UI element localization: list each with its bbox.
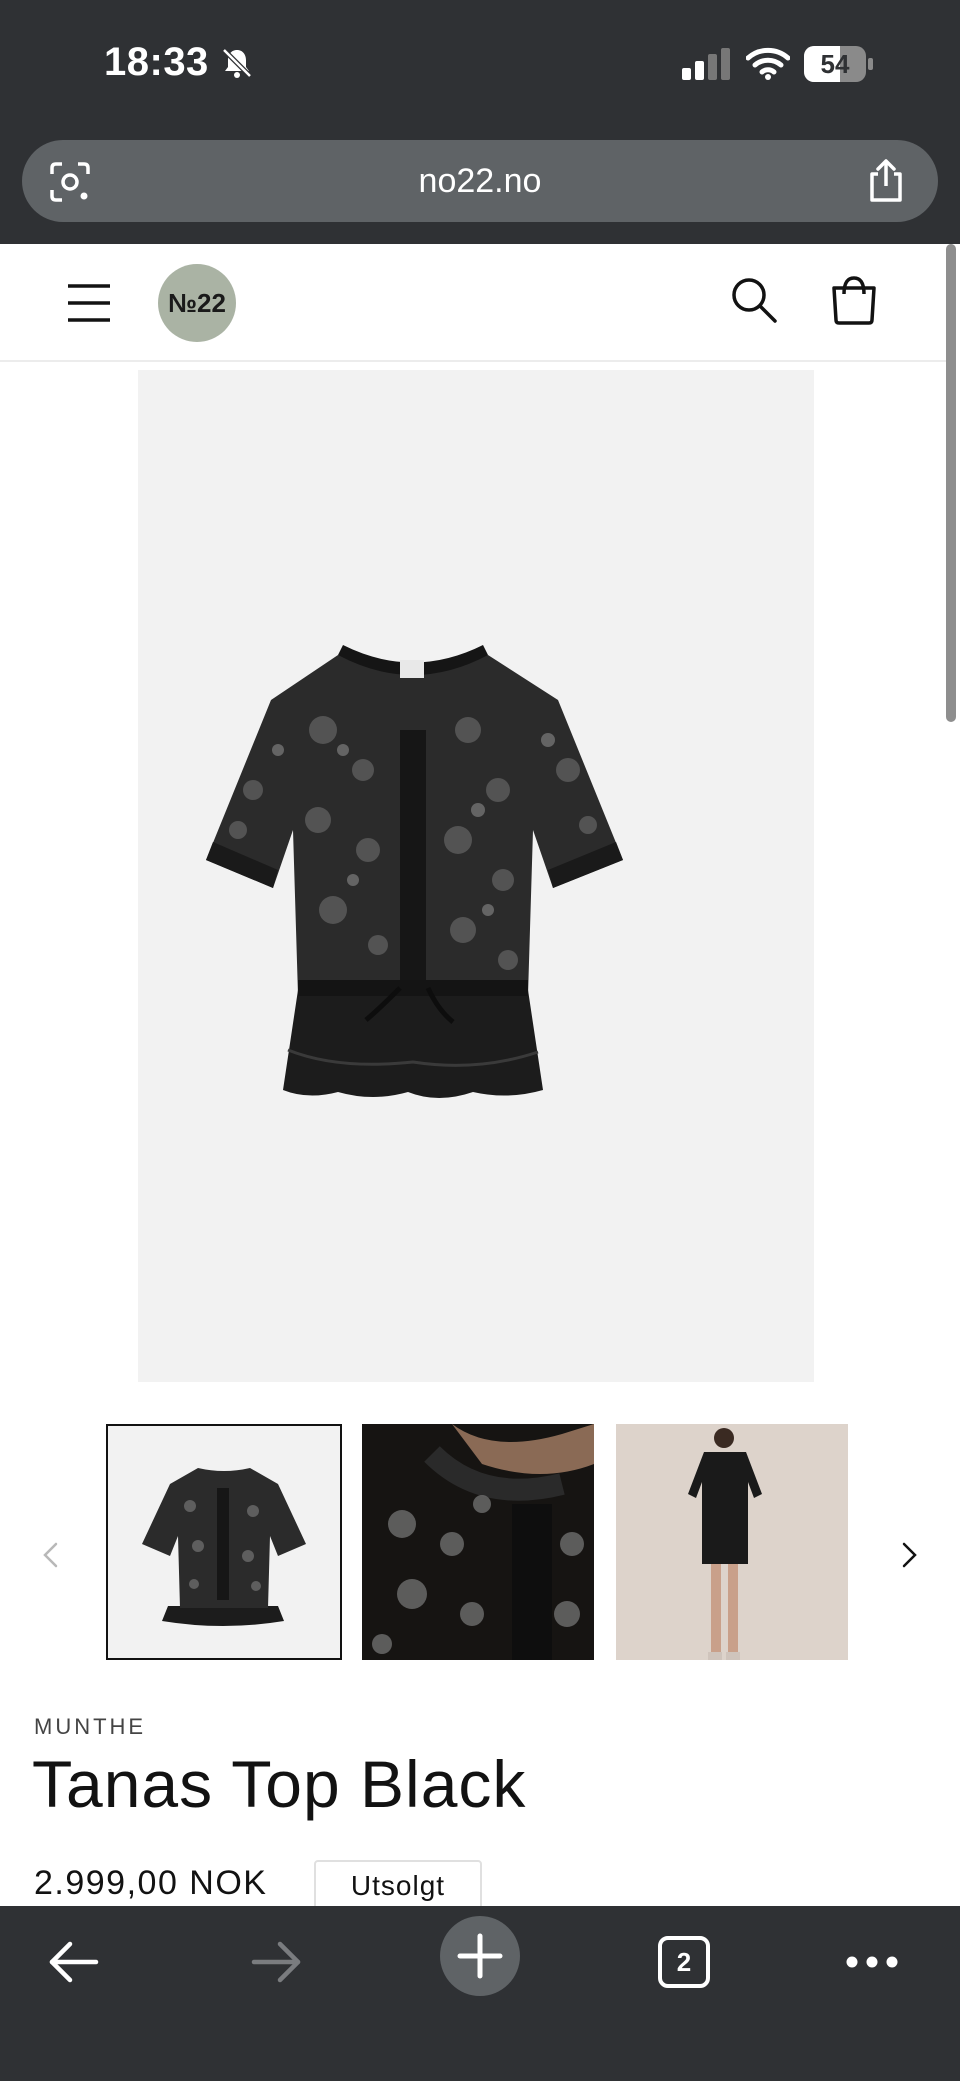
product-main-image[interactable]: [138, 370, 814, 1382]
url-text[interactable]: no22.no: [22, 140, 938, 222]
tabs-icon[interactable]: 2: [658, 1936, 710, 1988]
back-arrow-icon[interactable]: [46, 1936, 102, 1988]
page-scrollbar[interactable]: [946, 244, 956, 722]
product-title: Tanas Top Black: [32, 1747, 527, 1821]
sold-out-badge: Utsolgt: [314, 1860, 482, 1912]
menu-icon[interactable]: [66, 280, 112, 326]
thumbnail-model-full-body[interactable]: [616, 1424, 848, 1660]
share-icon[interactable]: [864, 158, 908, 204]
bell-off-icon: [222, 48, 252, 78]
signal-icon: [682, 48, 730, 80]
wifi-icon: [746, 47, 790, 80]
site-header: №22: [0, 244, 948, 362]
new-tab-button[interactable]: [440, 1916, 520, 1996]
site-logo[interactable]: №22: [158, 264, 236, 342]
new-tab-icon: [457, 1933, 503, 1979]
thumbnail-model-image: [616, 1424, 848, 1660]
cart-icon[interactable]: [828, 274, 880, 326]
forward-arrow-icon[interactable]: [248, 1936, 304, 1988]
chevron-left-icon[interactable]: [36, 1538, 64, 1572]
address-bar[interactable]: no22.no: [22, 140, 938, 222]
browser-toolbar: 2: [0, 1906, 960, 2081]
chevron-right-icon[interactable]: [896, 1538, 924, 1572]
browser-chrome: 18:33 54 no22.no: [0, 0, 960, 244]
product-vendor[interactable]: MUNTHE: [34, 1714, 146, 1740]
lace-top-illustration: [206, 645, 623, 1098]
thumbnail-detail-image: [362, 1424, 594, 1660]
status-time: 18:33: [104, 40, 209, 84]
product-price: 2.999,00 NOK: [34, 1864, 268, 1902]
thumbnail-detail-closeup[interactable]: [362, 1424, 594, 1660]
battery-icon: 54: [804, 46, 874, 82]
thumbnail-product-front[interactable]: [106, 1424, 342, 1660]
more-icon[interactable]: [844, 1950, 900, 1974]
search-icon[interactable]: [730, 276, 778, 324]
battery-level: 54: [820, 49, 850, 79]
thumbnail-front-image: [142, 1468, 306, 1626]
